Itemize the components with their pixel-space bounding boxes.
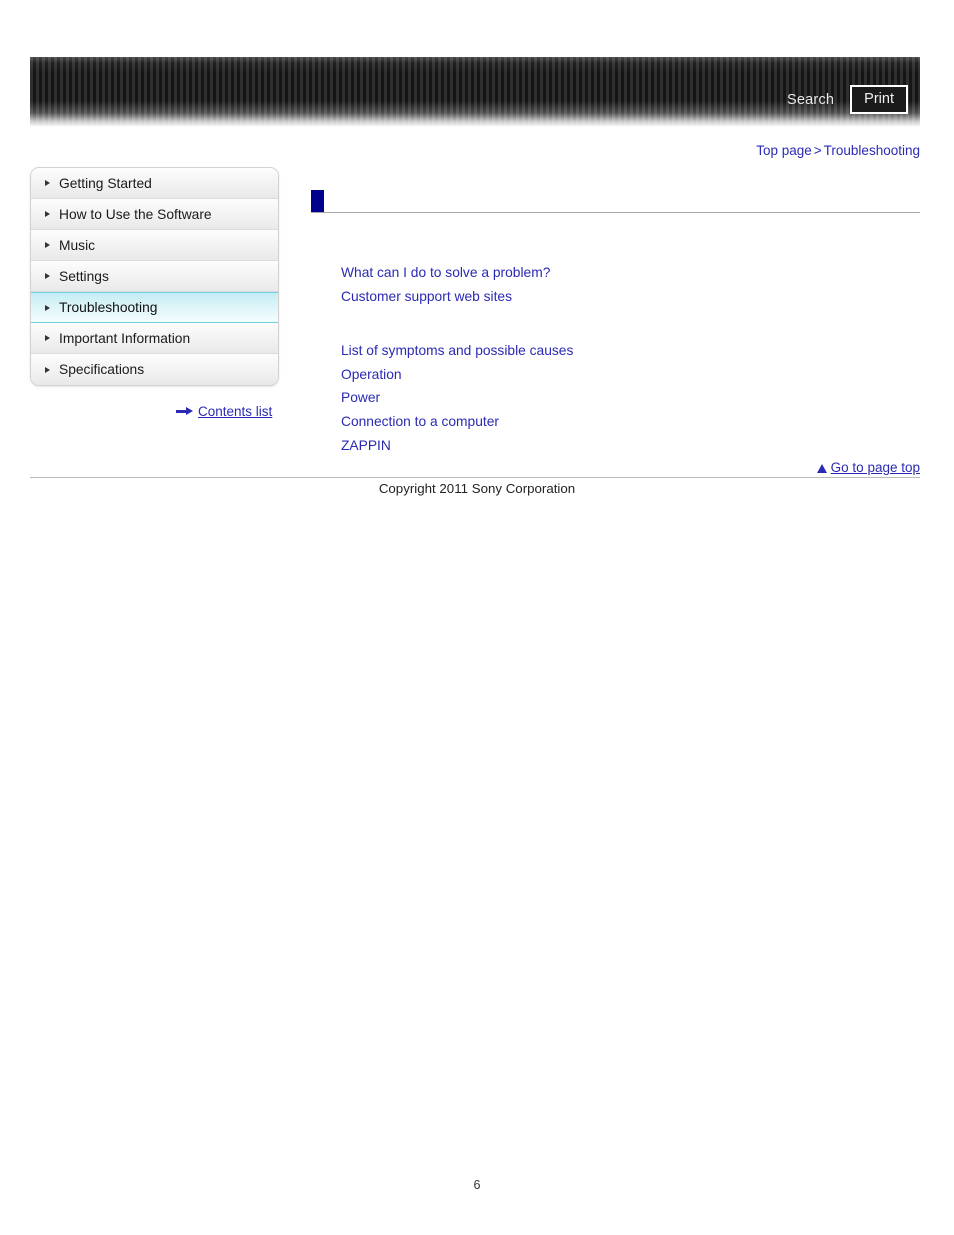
breadcrumb-current[interactable]: Troubleshooting	[824, 143, 920, 158]
sidebar-item-getting-started[interactable]: Getting Started	[31, 168, 278, 199]
sidebar-item-label: Settings	[59, 268, 109, 284]
sidebar-item-label: Troubleshooting	[59, 300, 158, 315]
contents-list-link[interactable]: Contents list	[176, 404, 272, 419]
breadcrumb: Top page > Troubleshooting	[756, 143, 920, 158]
link-customer-support-web-sites[interactable]: Customer support web sites	[341, 285, 550, 309]
triangle-right-icon	[45, 211, 50, 217]
sidebar-item-label: Important Information	[59, 330, 191, 346]
print-button[interactable]: Print	[850, 85, 908, 115]
sidebar-item-important-information[interactable]: Important Information	[31, 323, 278, 354]
breadcrumb-separator: >	[813, 143, 822, 158]
footer-divider	[30, 477, 920, 478]
title-marker-bar	[311, 190, 324, 212]
sidebar-item-label: Getting Started	[59, 175, 152, 191]
copyright-text: Copyright 2011 Sony Corporation	[378, 481, 576, 496]
search-button[interactable]: Search	[787, 92, 834, 108]
sidebar-item-music[interactable]: Music	[31, 230, 278, 261]
go-to-page-top-link[interactable]: Go to page top	[816, 460, 920, 475]
triangle-right-icon	[45, 273, 50, 279]
link-list-of-symptoms-and-possible-causes[interactable]: List of symptoms and possible causes	[341, 339, 573, 363]
link-operation[interactable]: Operation	[341, 363, 573, 387]
header-actions: Search Print	[787, 85, 908, 115]
triangle-right-icon	[45, 366, 50, 373]
sidebar-item-settings[interactable]: Settings	[31, 261, 278, 292]
sidebar-item-specifications[interactable]: Specifications	[31, 354, 278, 385]
triangle-right-icon	[45, 335, 50, 341]
link-what-can-i-do-to-solve-a-problem[interactable]: What can I do to solve a problem?	[341, 261, 550, 285]
arrow-right-icon	[176, 407, 193, 416]
triangle-right-icon	[45, 180, 50, 186]
sidebar-item-label: Music	[59, 237, 96, 253]
sidebar-item-how-to-use-the-software[interactable]: How to Use the Software	[31, 199, 278, 230]
link-group-secondary: List of symptoms and possible causes Ope…	[341, 339, 573, 458]
header-banner: Search Print	[30, 57, 920, 127]
sidebar-item-troubleshooting[interactable]: Troubleshooting	[31, 292, 278, 323]
title-divider	[311, 212, 920, 213]
go-to-page-top-label: Go to page top	[830, 460, 920, 475]
triangle-up-icon	[816, 464, 827, 473]
page-number: 6	[473, 1178, 481, 1192]
sidebar-item-label: How to Use the Software	[59, 206, 212, 222]
triangle-right-icon	[45, 242, 50, 248]
sidebar-item-label: Specifications	[59, 362, 145, 377]
page-title-row	[311, 190, 920, 214]
link-connection-to-a-computer[interactable]: Connection to a computer	[341, 410, 573, 434]
link-group-primary: What can I do to solve a problem? Custom…	[341, 261, 550, 308]
sidebar-navigation: Getting Started How to Use the Software …	[30, 167, 279, 386]
breadcrumb-top-page[interactable]: Top page	[756, 143, 812, 158]
triangle-right-icon	[45, 304, 50, 311]
link-power[interactable]: Power	[341, 386, 573, 410]
contents-list-label: Contents list	[198, 404, 273, 419]
link-zappin[interactable]: ZAPPIN	[341, 434, 573, 458]
